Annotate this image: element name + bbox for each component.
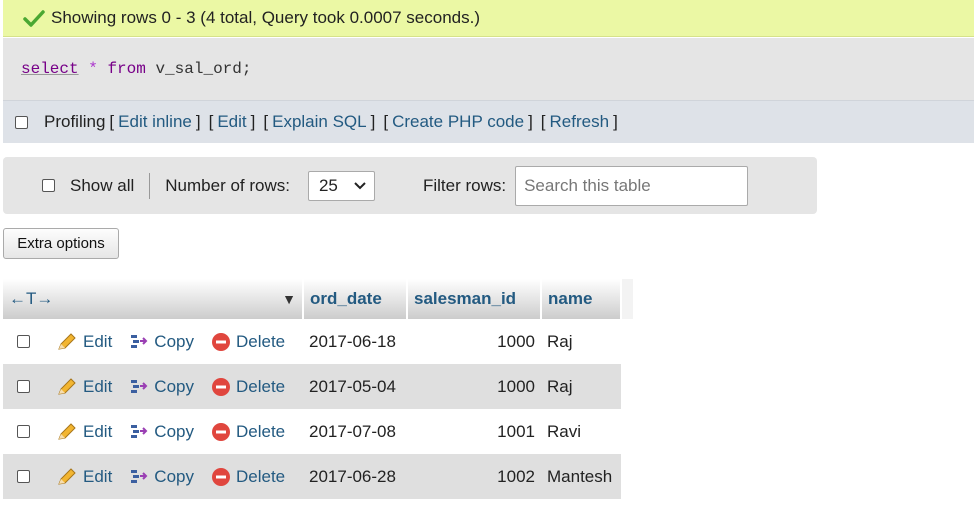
cell-salesman-id[interactable]: 1000 — [407, 364, 541, 409]
sql-star: * — [88, 60, 98, 78]
delete-icon — [211, 377, 230, 396]
copy-icon — [131, 469, 148, 483]
sql-table-name: v_sal_ord; — [155, 60, 252, 78]
header-spacer — [621, 279, 633, 319]
refresh-link[interactable]: Refresh — [550, 112, 610, 132]
row-spacer — [621, 454, 633, 499]
edit-row-button[interactable]: Edit — [56, 467, 112, 487]
row-actions: Edit Copy Delete — [3, 409, 303, 454]
profiling-label: Profiling — [44, 112, 106, 131]
navigation-bar: Show all Number of rows: 25 Filter rows: — [3, 157, 817, 214]
number-of-rows-value: 25 — [318, 175, 338, 195]
bracket-open: [ — [540, 112, 546, 131]
row-spacer — [621, 409, 633, 454]
cell-salesman-id[interactable]: 1002 — [407, 454, 541, 499]
pencil-icon — [58, 422, 76, 440]
create-php-code-link[interactable]: Create PHP code — [392, 112, 524, 132]
explain-sql-link[interactable]: Explain SQL — [272, 112, 367, 132]
actions-header: ←T→ ▼ — [3, 279, 304, 319]
check-icon — [23, 10, 45, 27]
bracket-open: [ — [208, 112, 214, 131]
results-table: ←T→ ▼ ord_date salesman_id name Edit Cop… — [3, 279, 633, 499]
column-header-ord-date[interactable]: ord_date — [303, 279, 408, 319]
row-checkbox[interactable] — [17, 425, 30, 438]
table-row: Edit Copy Delete 2017-06-18 1000 Raj — [3, 319, 633, 364]
row-actions: Edit Copy Delete — [3, 454, 303, 499]
pencil-icon — [58, 332, 76, 350]
bracket-close: ] — [195, 112, 201, 131]
sql-query-box[interactable]: select * from v_sal_ord; — [3, 38, 974, 100]
copy-row-button[interactable]: Copy — [129, 467, 194, 487]
column-header-salesman-id[interactable]: salesman_id — [407, 279, 542, 319]
show-all-checkbox[interactable] — [42, 179, 55, 192]
column-resize-arrows[interactable]: ←T→ — [9, 289, 53, 309]
delete-row-button[interactable]: Delete — [211, 332, 285, 352]
extra-options-button[interactable]: Extra options — [3, 228, 119, 259]
profiling-checkbox[interactable] — [15, 115, 28, 129]
table-row: Edit Copy Delete 2017-06-28 1002 Mantesh — [3, 454, 633, 499]
sql-keyword-select: select — [21, 60, 79, 78]
delete-row-button[interactable]: Delete — [211, 467, 285, 487]
edit-inline-link[interactable]: Edit inline — [118, 112, 192, 132]
cell-ord-date[interactable]: 2017-07-08 — [303, 409, 407, 454]
pencil-icon — [58, 377, 76, 395]
row-spacer — [621, 364, 633, 409]
bracket-close: ] — [370, 112, 376, 131]
show-all-label: Show all — [70, 175, 135, 195]
copy-icon — [131, 334, 148, 348]
delete-row-button[interactable]: Delete — [211, 377, 285, 397]
filter-rows-label: Filter rows: — [422, 175, 507, 195]
table-header-row: ←T→ ▼ ord_date salesman_id name — [3, 279, 633, 319]
row-actions: Edit Copy Delete — [3, 364, 303, 409]
bracket-open: [ — [109, 112, 115, 131]
edit-link[interactable]: Edit — [217, 112, 246, 132]
separator — [149, 172, 151, 199]
success-message: Showing rows 0 - 3 (4 total, Query took … — [3, 0, 974, 37]
delete-icon — [211, 467, 230, 486]
bracket-open: [ — [263, 112, 269, 131]
row-spacer — [621, 319, 633, 364]
row-actions: Edit Copy Delete — [3, 319, 303, 364]
pencil-icon — [58, 467, 76, 485]
cell-name[interactable]: Mantesh — [541, 454, 621, 499]
cell-name[interactable]: Ravi — [541, 409, 621, 454]
copy-row-button[interactable]: Copy — [129, 422, 194, 442]
edit-row-button[interactable]: Edit — [56, 377, 112, 397]
bracket-open: [ — [383, 112, 389, 131]
cell-ord-date[interactable]: 2017-06-28 — [303, 454, 407, 499]
bracket-close: ] — [250, 112, 256, 131]
delete-row-button[interactable]: Delete — [211, 422, 285, 442]
edit-row-button[interactable]: Edit — [56, 332, 112, 352]
cell-name[interactable]: Raj — [541, 364, 621, 409]
copy-row-button[interactable]: Copy — [129, 377, 194, 397]
copy-icon — [131, 424, 148, 438]
cell-ord-date[interactable]: 2017-05-04 — [303, 364, 407, 409]
edit-row-button[interactable]: Edit — [56, 422, 112, 442]
cell-ord-date[interactable]: 2017-06-18 — [303, 319, 407, 364]
row-checkbox[interactable] — [17, 470, 30, 483]
search-input[interactable] — [515, 165, 749, 206]
number-of-rows-label: Number of rows: — [165, 175, 290, 195]
column-header-name[interactable]: name — [541, 279, 622, 319]
table-row: Edit Copy Delete 2017-07-08 1001 Ravi — [3, 409, 633, 454]
row-checkbox[interactable] — [17, 380, 30, 393]
sort-marker-icon[interactable]: ▼ — [282, 291, 296, 307]
sql-keyword-from: from — [107, 60, 146, 78]
bracket-close: ] — [613, 112, 618, 131]
cell-name[interactable]: Raj — [541, 319, 621, 364]
number-of-rows-select[interactable]: 25 — [307, 170, 375, 201]
row-checkbox[interactable] — [17, 335, 30, 348]
copy-icon — [131, 379, 148, 393]
chevron-down-icon — [354, 181, 366, 189]
query-toolbar: Profiling [Edit inline] [Edit] [Explain … — [3, 100, 974, 143]
bracket-close: ] — [528, 112, 533, 131]
copy-row-button[interactable]: Copy — [129, 332, 194, 352]
cell-salesman-id[interactable]: 1001 — [407, 409, 541, 454]
delete-icon — [211, 422, 230, 441]
table-row: Edit Copy Delete 2017-05-04 1000 Raj — [3, 364, 633, 409]
delete-icon — [211, 332, 230, 351]
success-text: Showing rows 0 - 3 (4 total, Query took … — [51, 8, 481, 27]
cell-salesman-id[interactable]: 1000 — [407, 319, 541, 364]
